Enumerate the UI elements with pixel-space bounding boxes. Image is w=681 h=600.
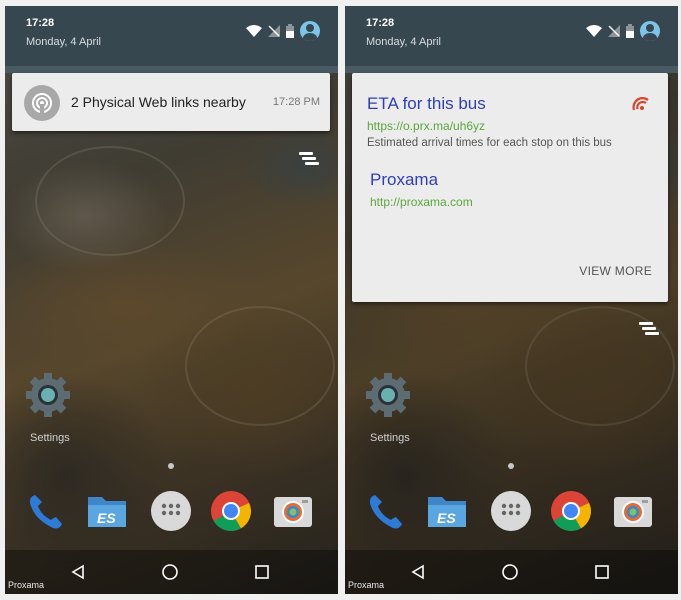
notification-shade-header[interactable]: 17:28 Monday, 4 April xyxy=(345,6,678,66)
notification-title: 2 Physical Web links nearby xyxy=(71,94,246,110)
phone-screen-left: 17:28 Monday, 4 April 2 Physical Web lin… xyxy=(5,6,338,594)
svg-text:ES: ES xyxy=(97,510,116,526)
shade-strip xyxy=(345,66,678,73)
comparison-stage: 17:28 Monday, 4 April 2 Physical Web lin… xyxy=(0,0,681,600)
app-drawer-icon[interactable] xyxy=(149,489,193,533)
status-date: Monday, 4 April xyxy=(26,36,102,48)
recents-button[interactable] xyxy=(590,560,614,584)
proxama-logo-icon xyxy=(632,97,649,111)
status-time: 17:28 xyxy=(366,17,395,29)
phone-app-icon[interactable] xyxy=(25,489,69,533)
phone-screen-right: 17:28 Monday, 4 April ETA for this bus h… xyxy=(345,6,678,594)
wifi-icon xyxy=(586,25,602,37)
physical-web-links-card: ETA for this bus https://o.prx.ma/uh6yz … xyxy=(352,73,668,302)
camera-app-icon[interactable] xyxy=(271,489,315,533)
home-button[interactable] xyxy=(158,560,182,584)
link-description-eta: Estimated arrival times for each stop on… xyxy=(367,137,612,149)
shade-strip xyxy=(5,66,338,73)
proxama-watermark: Proxama xyxy=(348,580,385,590)
back-button[interactable] xyxy=(66,560,90,584)
no-signal-icon xyxy=(268,25,280,37)
wifi-icon xyxy=(246,25,262,37)
notification-time: 17:28 PM xyxy=(272,96,320,108)
physical-web-icon xyxy=(24,85,60,121)
user-avatar-icon[interactable] xyxy=(300,21,320,41)
battery-icon xyxy=(286,24,294,38)
physical-web-notification[interactable]: 2 Physical Web links nearby 17:28 PM xyxy=(12,73,330,131)
clear-all-icon[interactable] xyxy=(639,322,661,338)
chrome-app-icon[interactable] xyxy=(549,489,593,533)
app-dock: ES xyxy=(5,481,338,541)
proxama-watermark: Proxama xyxy=(8,580,45,590)
status-date: Monday, 4 April xyxy=(366,36,442,48)
link-title-eta[interactable]: ETA for this bus xyxy=(367,94,486,114)
navigation-bar: Proxama xyxy=(5,550,338,594)
user-avatar-icon[interactable] xyxy=(640,21,660,41)
es-file-explorer-icon[interactable]: ES xyxy=(425,489,469,533)
link-title-proxama[interactable]: Proxama xyxy=(370,170,438,190)
back-button[interactable] xyxy=(406,560,430,584)
settings-app-label: Settings xyxy=(370,432,410,444)
battery-icon xyxy=(626,24,634,38)
recents-button[interactable] xyxy=(250,560,274,584)
camera-app-icon[interactable] xyxy=(611,489,655,533)
home-button[interactable] xyxy=(498,560,522,584)
link-url-eta[interactable]: https://o.prx.ma/uh6yz xyxy=(367,119,485,133)
app-drawer-icon[interactable] xyxy=(489,489,533,533)
settings-app-icon[interactable] xyxy=(363,370,413,425)
settings-app-label: Settings xyxy=(30,432,70,444)
clear-all-icon[interactable] xyxy=(299,152,321,168)
no-signal-icon xyxy=(608,25,620,37)
es-file-explorer-icon[interactable]: ES xyxy=(85,489,129,533)
notification-shade-header[interactable]: 17:28 Monday, 4 April xyxy=(5,6,338,66)
app-dock: ES xyxy=(345,481,678,541)
status-icons xyxy=(586,21,660,41)
page-indicator-dot xyxy=(168,463,174,469)
status-time: 17:28 xyxy=(26,17,55,29)
phone-app-icon[interactable] xyxy=(365,489,409,533)
navigation-bar: Proxama xyxy=(345,550,678,594)
link-url-proxama[interactable]: http://proxama.com xyxy=(370,195,473,209)
settings-app-icon[interactable] xyxy=(23,370,73,425)
page-indicator-dot xyxy=(508,463,514,469)
status-icons xyxy=(246,21,320,41)
svg-text:ES: ES xyxy=(437,510,456,526)
chrome-app-icon[interactable] xyxy=(209,489,253,533)
view-more-button[interactable]: VIEW MORE xyxy=(579,264,652,278)
